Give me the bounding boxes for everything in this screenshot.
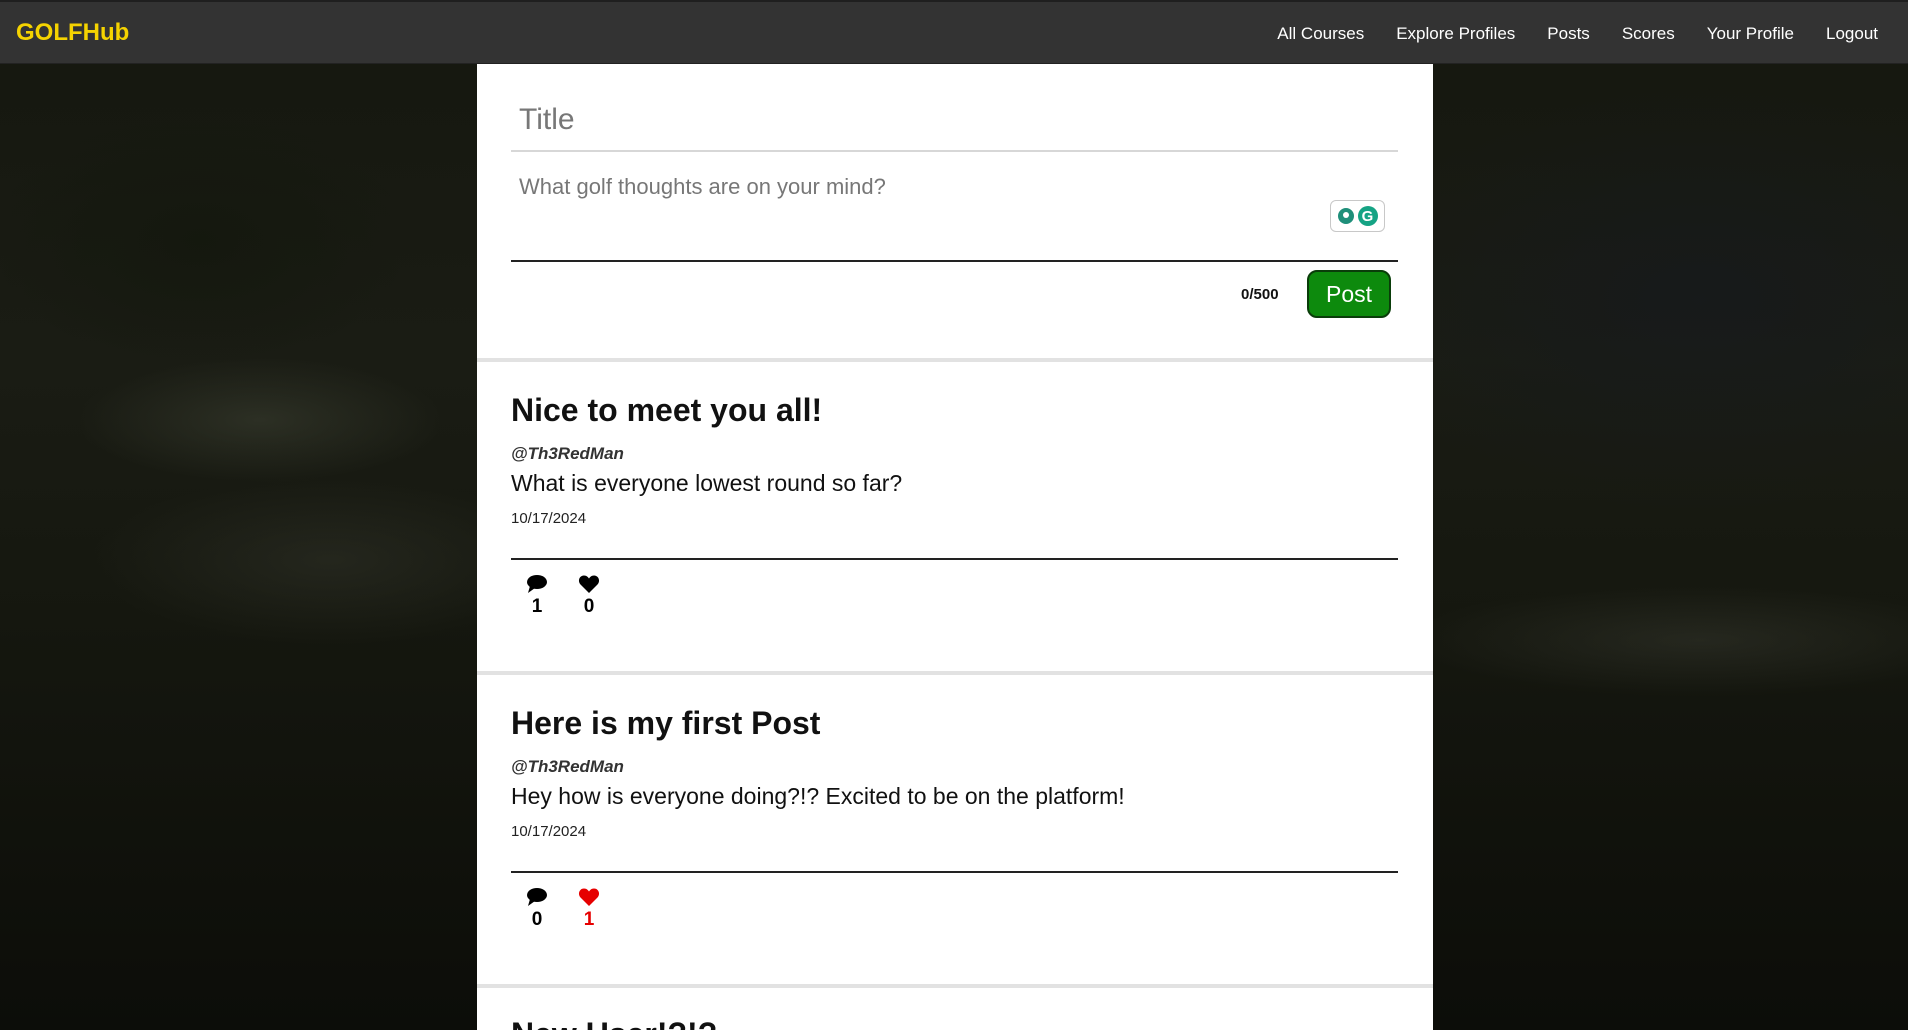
post-title: Here is my first Post: [511, 705, 821, 741]
brand-logo[interactable]: GOLFHub: [16, 19, 129, 47]
grammar-assistant-icon[interactable]: G: [1330, 200, 1385, 232]
post-title: Nice to meet you all!: [511, 392, 823, 428]
comment-button[interactable]: 1: [522, 574, 552, 618]
character-counter: 0/500: [1241, 286, 1279, 303]
post-composer: G 0/500 Post: [477, 64, 1433, 362]
comment-icon: [527, 888, 547, 906]
nav-explore-profiles[interactable]: Explore Profiles: [1396, 24, 1515, 44]
comment-icon: [527, 575, 547, 593]
post-author-handle[interactable]: @Th3RedMan: [511, 444, 624, 464]
post-title-input[interactable]: [511, 90, 1398, 152]
top-navbar: GOLFHub All Courses Explore Profiles Pos…: [0, 0, 1908, 64]
post-date: 10/17/2024: [511, 510, 587, 527]
grammarly-g-icon: G: [1357, 206, 1378, 226]
lightbulb-icon: [1337, 208, 1354, 224]
nav-all-courses[interactable]: All Courses: [1277, 24, 1364, 44]
heart-icon: [578, 888, 600, 906]
nav-scores[interactable]: Scores: [1622, 24, 1675, 44]
like-count: 0: [583, 596, 595, 617]
post-title: New User!?!?: [511, 1016, 717, 1030]
nav-links: All Courses Explore Profiles Posts Score…: [1245, 24, 1878, 44]
nav-posts[interactable]: Posts: [1547, 24, 1590, 44]
like-button[interactable]: 0: [574, 574, 604, 618]
post-card: Here is my first Post @Th3RedMan Hey how…: [477, 675, 1433, 988]
comment-count: 0: [531, 909, 543, 930]
like-button[interactable]: 1: [574, 887, 604, 931]
nav-logout[interactable]: Logout: [1826, 24, 1878, 44]
post-body: What is everyone lowest round so far?: [511, 470, 903, 496]
submit-post-button[interactable]: Post: [1307, 270, 1391, 318]
post-author-handle[interactable]: @Th3RedMan: [511, 757, 624, 777]
like-count: 1: [583, 909, 595, 930]
posts-feed: G 0/500 Post Nice to meet you all! @Th3R…: [477, 64, 1433, 1030]
post-card: Nice to meet you all! @Th3RedMan What is…: [477, 362, 1433, 675]
heart-icon: [578, 575, 600, 593]
post-body-input[interactable]: [511, 164, 1398, 262]
post-date: 10/17/2024: [511, 823, 587, 840]
post-divider: [511, 558, 1398, 560]
post-body: Hey how is everyone doing?!? Excited to …: [511, 783, 1125, 809]
post-card: New User!?!?: [477, 988, 1433, 1030]
post-divider: [511, 871, 1398, 873]
comment-count: 1: [531, 596, 543, 617]
nav-your-profile[interactable]: Your Profile: [1707, 24, 1794, 44]
comment-button[interactable]: 0: [522, 887, 552, 931]
